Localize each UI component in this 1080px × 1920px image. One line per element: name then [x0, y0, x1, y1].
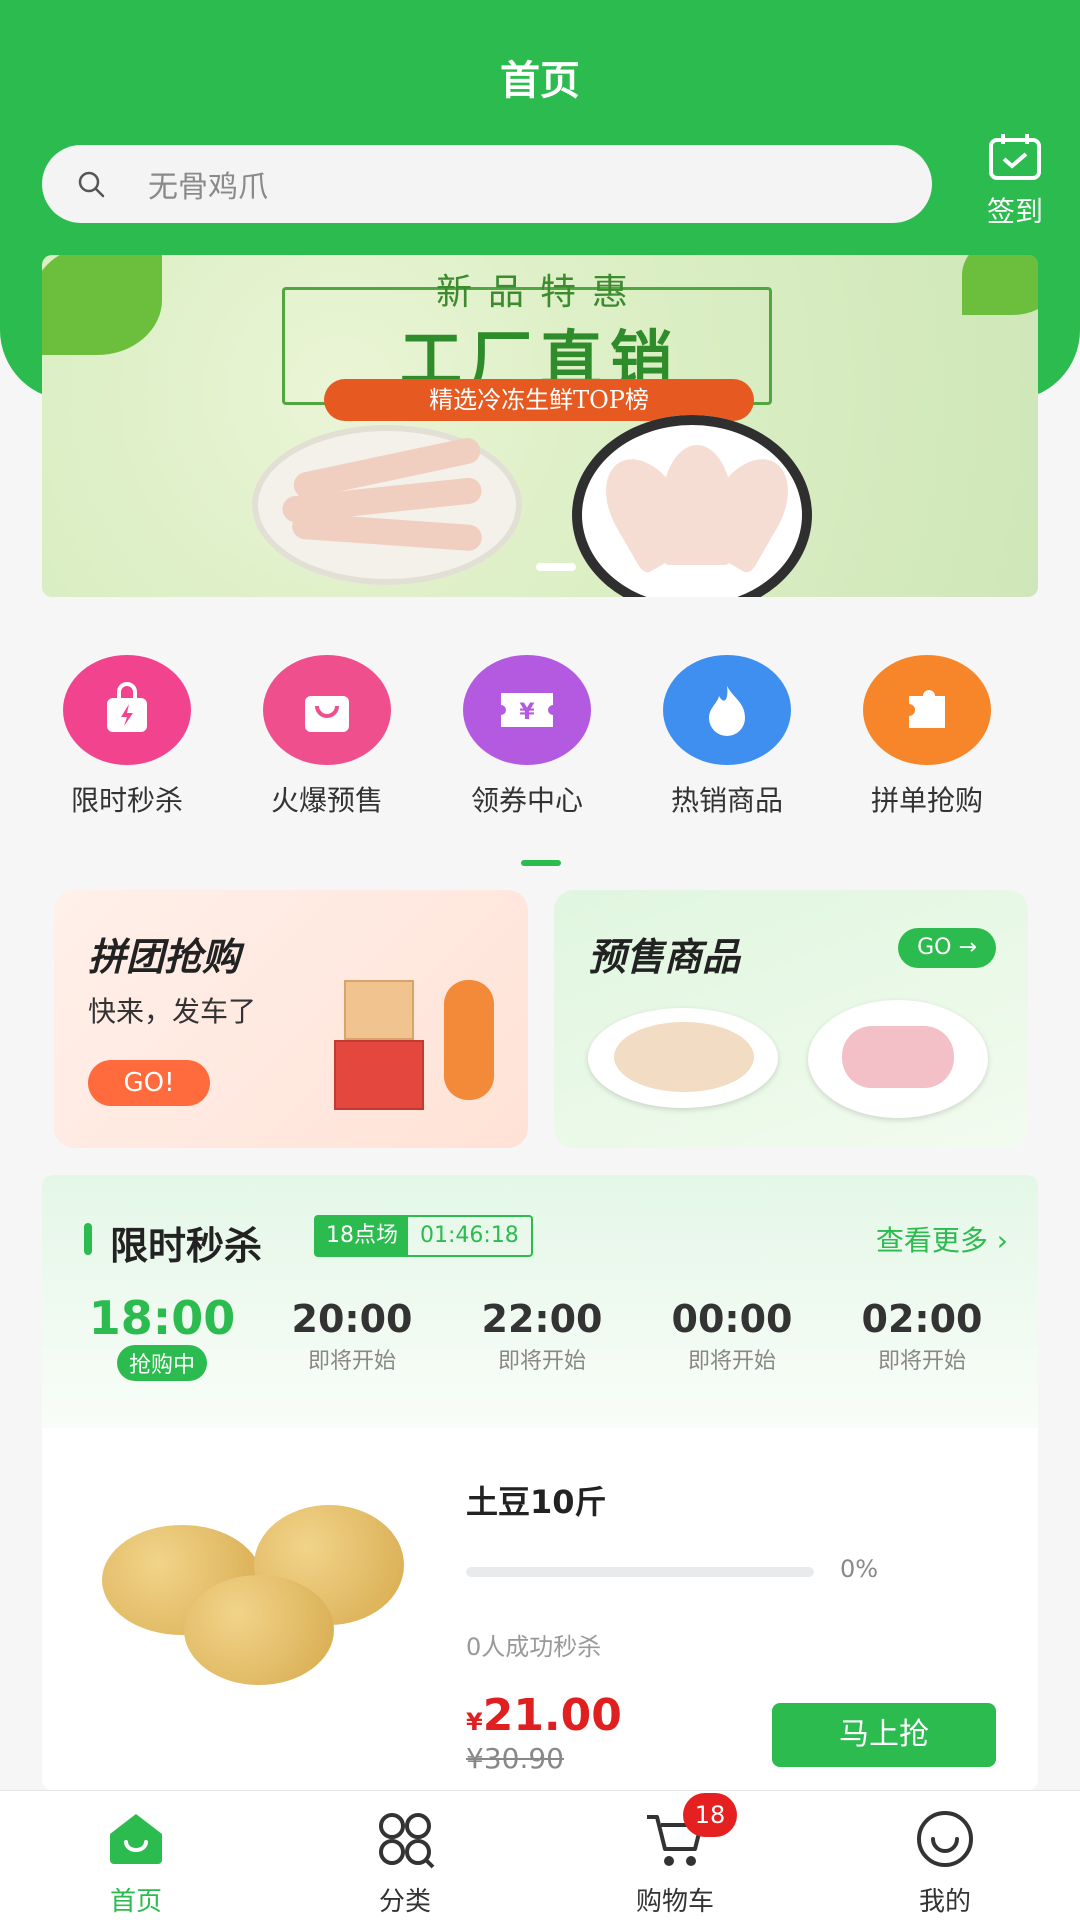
time-slot[interactable]: 18:00 抢购中: [82, 1291, 242, 1381]
flash-sale-title: 限时秒杀: [110, 1224, 263, 1268]
group-buy-card[interactable]: 拼团抢购 快来，发车了 GO!: [54, 890, 528, 1148]
chicken-wings-plate: [572, 415, 812, 597]
slot-status: 即将开始: [497, 1349, 586, 1374]
session-label: 18点场: [316, 1217, 408, 1255]
tab-label: 首页: [109, 1887, 162, 1917]
time-slot[interactable]: 22:00 即将开始: [462, 1297, 622, 1375]
group-buy-title: 拼团抢购: [88, 935, 241, 979]
sale-progress-text: 0%: [840, 1555, 879, 1583]
flash-sale-countdown: 18点场 01:46:18: [314, 1215, 533, 1257]
bottom-tab-bar: 首页 分类 18 购物车 我的: [0, 1790, 1080, 1920]
time-slot[interactable]: 00:00 即将开始: [652, 1297, 812, 1375]
calendar-check-icon: [987, 134, 1043, 186]
group-buy-go-button[interactable]: GO!: [88, 1060, 210, 1106]
sold-count: 0人成功秒杀: [466, 1633, 602, 1661]
slot-status: 即将开始: [877, 1349, 966, 1374]
smile-icon: [913, 1807, 977, 1871]
checkin-button[interactable]: 签到: [965, 132, 1065, 230]
cart-icon: 18: [643, 1793, 737, 1871]
category-flash-sale[interactable]: 限时秒杀: [42, 655, 212, 819]
currency-symbol: ¥: [466, 1708, 483, 1736]
search-icon: [70, 163, 112, 205]
tab-home[interactable]: 首页: [66, 1807, 206, 1918]
shopping-bag-icon: [263, 655, 391, 765]
time-slot[interactable]: 20:00 即将开始: [272, 1297, 432, 1375]
countdown-time: 01:46:18: [420, 1223, 519, 1248]
tab-label: 购物车: [635, 1887, 714, 1917]
category-label: 限时秒杀: [70, 784, 183, 817]
original-price: ¥30.90: [466, 1742, 564, 1775]
slot-status: 即将开始: [687, 1349, 776, 1374]
home-icon: [104, 1807, 168, 1871]
person-illustration: [444, 980, 494, 1100]
cart-badge: 18: [683, 1793, 737, 1837]
flash-sale-section: 限时秒杀 18点场 01:46:18 查看更多 › 18:00 抢购中 20:0…: [42, 1175, 1038, 1790]
search-input[interactable]: 无骨鸡爪: [148, 162, 268, 206]
checkin-label: 签到: [986, 195, 1043, 228]
search-bar[interactable]: 无骨鸡爪: [42, 145, 932, 223]
flash-sale-header: 限时秒杀 18点场 01:46:18 查看更多 › 18:00 抢购中 20:0…: [42, 1175, 1038, 1428]
package-illustration: [344, 980, 414, 1040]
buy-now-button[interactable]: 马上抢: [772, 1703, 996, 1767]
category-group-buy[interactable]: 拼单抢购: [842, 655, 1012, 819]
view-more-link[interactable]: 查看更多 ›: [876, 1219, 1008, 1259]
tab-label: 分类: [378, 1887, 431, 1917]
product-image[interactable]: [94, 1465, 414, 1695]
category-icon: [373, 1807, 437, 1871]
time-slot[interactable]: 02:00 即将开始: [842, 1297, 1002, 1375]
slot-status-badge: 抢购中: [116, 1345, 207, 1381]
puzzle-icon: [863, 655, 991, 765]
product-name[interactable]: 土豆10斤: [466, 1477, 607, 1523]
category-hot[interactable]: 热销商品: [642, 655, 812, 819]
package-illustration: [334, 1040, 424, 1110]
category-grid: 限时秒杀 火爆预售 ¥ 领券中心 热销商品 拼单抢购: [42, 655, 1038, 817]
category-label: 拼单抢购: [870, 784, 983, 817]
presale-title: 预售商品: [588, 935, 741, 979]
promo-banner[interactable]: 新品特惠 工厂直销 精选冷冻生鲜TOP榜: [42, 255, 1038, 597]
category-label: 热销商品: [670, 784, 783, 817]
price-value: 21.00: [482, 1690, 622, 1741]
tab-cart[interactable]: 18 购物车: [605, 1793, 745, 1918]
presale-go-button[interactable]: GO →: [898, 928, 996, 968]
category-label: 领券中心: [470, 784, 583, 817]
category-presale[interactable]: 火爆预售: [242, 655, 412, 819]
slot-time: 18:00: [88, 1291, 236, 1345]
tab-category[interactable]: 分类: [335, 1807, 475, 1918]
sale-price: ¥21.00: [466, 1690, 622, 1741]
page-title: 首页: [500, 58, 580, 104]
coupon-icon: ¥: [463, 655, 591, 765]
flame-icon: [663, 655, 791, 765]
slot-time: 00:00: [671, 1297, 793, 1341]
wings-plate: [808, 1000, 988, 1118]
chicken-plate: [588, 1008, 778, 1108]
svg-text:¥: ¥: [519, 700, 535, 725]
tab-profile[interactable]: 我的: [875, 1807, 1015, 1918]
sale-progress-bar: [466, 1567, 814, 1577]
category-label: 火爆预售: [270, 784, 383, 817]
slot-time: 20:00: [291, 1297, 413, 1341]
group-buy-subtitle: 快来，发车了: [88, 995, 257, 1028]
tab-label: 我的: [918, 1887, 971, 1917]
slot-status: 即将开始: [307, 1349, 396, 1374]
category-page-indicator: [521, 860, 561, 866]
banner-page-indicator: [536, 563, 576, 571]
category-coupons[interactable]: ¥ 领券中心: [442, 655, 612, 819]
lightning-bag-icon: [63, 655, 191, 765]
banner-subtitle: 新品特惠: [435, 272, 644, 313]
chicken-feet-plate: [252, 425, 522, 585]
slot-time: 22:00: [481, 1297, 603, 1341]
title-accent-bar: [84, 1223, 92, 1255]
presale-card[interactable]: 预售商品 GO →: [554, 890, 1028, 1148]
slot-time: 02:00: [861, 1297, 983, 1341]
